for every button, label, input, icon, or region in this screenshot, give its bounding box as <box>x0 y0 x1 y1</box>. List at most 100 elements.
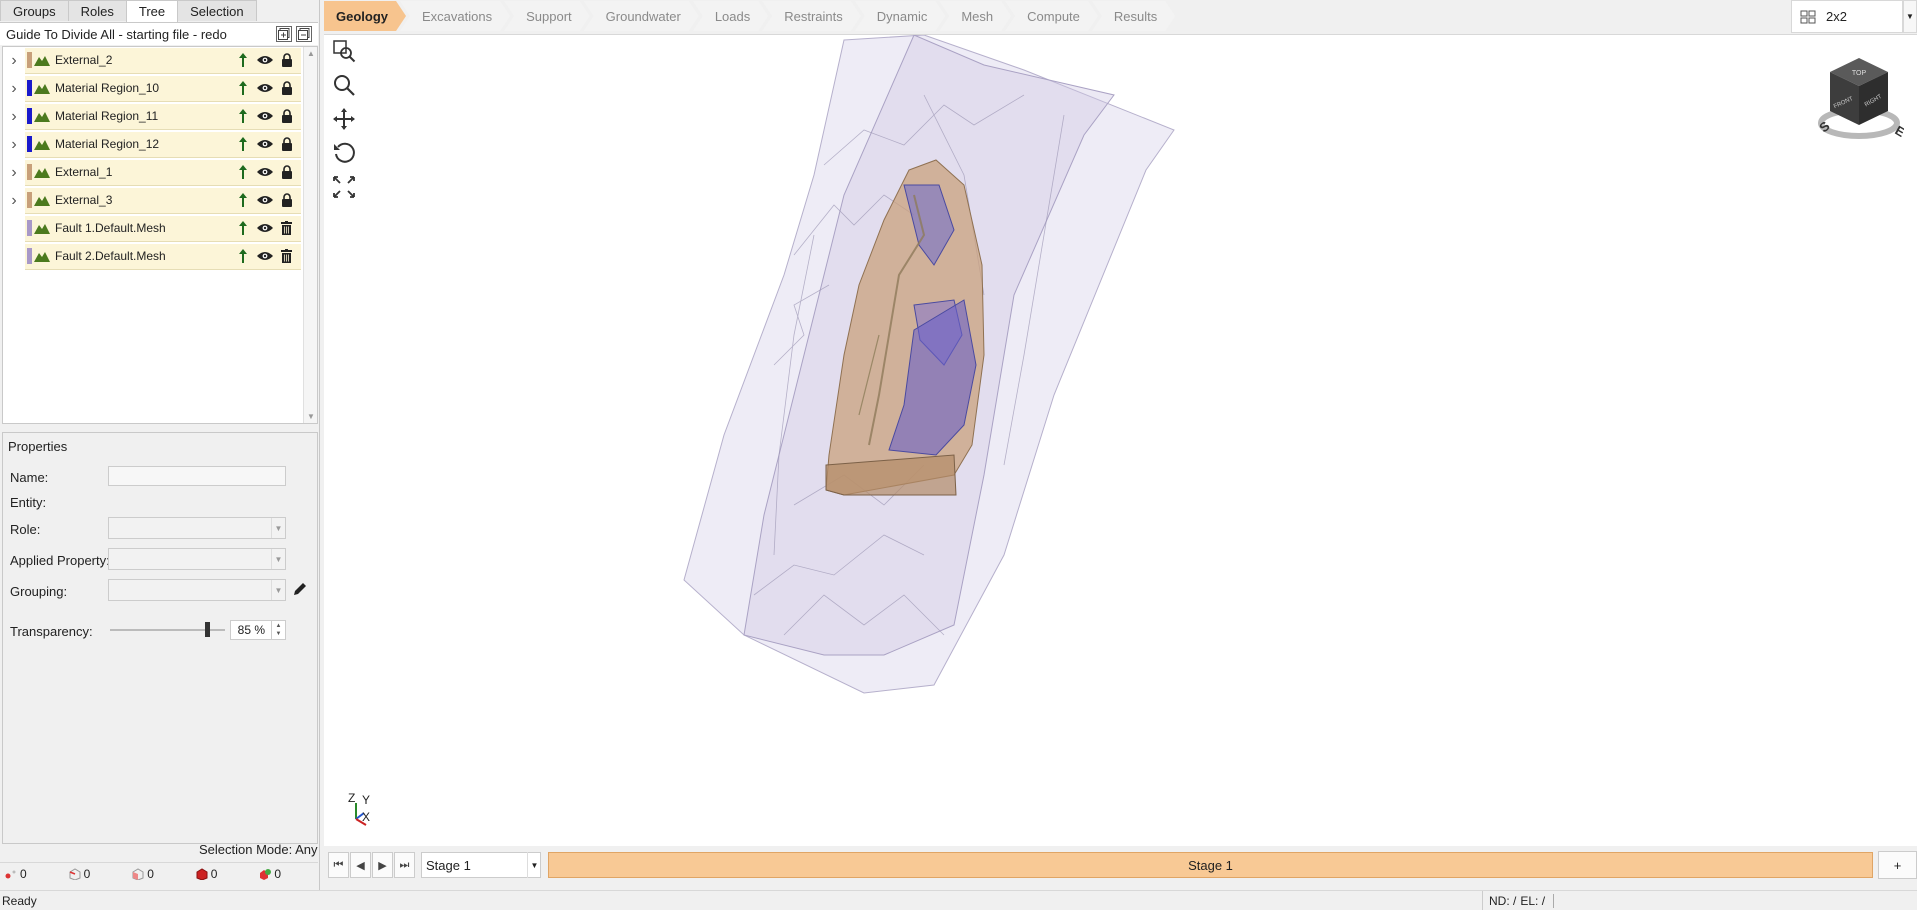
vertex-count: 0 <box>20 866 27 881</box>
move-up-icon[interactable] <box>234 220 251 236</box>
move-up-icon[interactable] <box>234 108 251 124</box>
workflow-tab-geology[interactable]: Geology <box>324 1 406 31</box>
tree-item-body[interactable]: Material Region_11 <box>25 103 301 130</box>
visibility-eye-icon[interactable] <box>256 136 273 152</box>
stage-track-item[interactable]: Stage 1 <box>548 852 1873 878</box>
expand-all-button[interactable] <box>276 26 292 42</box>
tree-item-body[interactable]: External_1 <box>25 159 301 186</box>
tree-item[interactable]: › External_1 <box>3 159 303 186</box>
chevron-right-icon[interactable]: › <box>3 52 25 70</box>
visibility-eye-icon[interactable] <box>256 248 273 264</box>
chevron-right-icon[interactable]: › <box>3 80 25 98</box>
move-up-icon[interactable] <box>234 164 251 180</box>
tree-item[interactable]: Fault 2.Default.Mesh <box>3 243 303 270</box>
tab-tree[interactable]: Tree <box>125 0 179 22</box>
workflow-tab-results[interactable]: Results <box>1092 1 1175 31</box>
stage-dropdown[interactable]: ▼ <box>527 852 541 878</box>
fit-view-button[interactable] <box>330 173 358 201</box>
stage-select[interactable]: Stage 1 <box>421 852 541 878</box>
tree-item-body[interactable]: Fault 2.Default.Mesh <box>25 243 301 270</box>
face-count: 0 <box>147 866 154 881</box>
role-select[interactable]: ▼ <box>108 517 286 539</box>
tab-roles[interactable]: Roles <box>67 0 127 21</box>
last-stage-button[interactable]: ⏭ <box>394 852 415 878</box>
name-field[interactable] <box>108 466 286 486</box>
visibility-eye-icon[interactable] <box>256 164 273 180</box>
tree-item[interactable]: › Material Region_10 <box>3 75 303 102</box>
workflow-tab-restraints[interactable]: Restraints <box>762 1 861 31</box>
transparency-slider-handle[interactable] <box>204 622 210 637</box>
zoom-extents-button[interactable] <box>330 37 358 65</box>
lock-icon[interactable] <box>278 108 295 124</box>
workflow-tab-loads[interactable]: Loads <box>693 1 768 31</box>
node-element-readout: ND: / EL: / <box>1482 891 1555 910</box>
visibility-eye-icon[interactable] <box>256 52 273 68</box>
rotate-button[interactable] <box>330 139 358 167</box>
layout-button[interactable]: 2x2 <box>1791 0 1903 33</box>
visibility-eye-icon[interactable] <box>256 192 273 208</box>
move-up-icon[interactable] <box>234 52 251 68</box>
visibility-eye-icon[interactable] <box>256 80 273 96</box>
move-up-icon[interactable] <box>234 192 251 208</box>
app-window: Groups Roles Tree Selection Guide To Div… <box>0 0 1917 910</box>
lock-icon[interactable] <box>278 164 295 180</box>
visibility-eye-icon[interactable] <box>256 220 273 236</box>
edit-grouping-button[interactable] <box>292 581 308 600</box>
scroll-down-icon[interactable]: ▼ <box>307 412 315 421</box>
geology-model[interactable] <box>324 35 1917 847</box>
tree-item-body[interactable]: External_3 <box>25 187 301 214</box>
collapse-all-button[interactable] <box>296 26 312 42</box>
grouping-select[interactable]: ▼ <box>108 579 286 601</box>
tree-item[interactable]: › Material Region_11 <box>3 103 303 130</box>
pan-button[interactable] <box>330 105 358 133</box>
trash-icon[interactable] <box>278 248 295 264</box>
transparency-spinbox[interactable]: 85 % ▲ ▼ <box>230 620 286 640</box>
trash-icon[interactable] <box>278 220 295 236</box>
spin-arrows-icon[interactable]: ▲ ▼ <box>271 621 285 639</box>
workflow-tab-groundwater[interactable]: Groundwater <box>584 1 699 31</box>
navigation-cube[interactable]: TOP FRONT RIGHT S E <box>1814 55 1904 150</box>
terrain-icon <box>34 84 50 94</box>
tree-item-body[interactable]: Material Region_10 <box>25 75 301 102</box>
chevron-right-icon[interactable]: › <box>3 164 25 182</box>
3d-viewport[interactable]: TOP FRONT RIGHT S E Z Y X <box>324 34 1917 846</box>
tree-item[interactable]: › External_2 <box>3 47 303 74</box>
cube-top-label[interactable]: TOP <box>1852 70 1867 77</box>
tree-item[interactable]: Fault 1.Default.Mesh <box>3 215 303 242</box>
move-up-icon[interactable] <box>234 136 251 152</box>
first-stage-button[interactable]: ⏮ <box>328 852 349 878</box>
lock-icon[interactable] <box>278 80 295 96</box>
visibility-eye-icon[interactable] <box>256 108 273 124</box>
lock-icon[interactable] <box>278 192 295 208</box>
layout-dropdown[interactable]: ▼ <box>1903 0 1917 33</box>
workflow-tab-dynamic[interactable]: Dynamic <box>855 1 946 31</box>
workflow-tab-compute[interactable]: Compute <box>1005 1 1098 31</box>
lock-icon[interactable] <box>278 136 295 152</box>
chevron-right-icon[interactable]: › <box>3 108 25 126</box>
chevron-right-icon[interactable]: › <box>3 192 25 210</box>
tree-item-label: Material Region_10 <box>55 81 160 95</box>
tab-selection[interactable]: Selection <box>177 0 257 21</box>
tree-item[interactable]: › External_3 <box>3 187 303 214</box>
workflow-tab-mesh[interactable]: Mesh <box>939 1 1011 31</box>
applied-property-select[interactable]: ▼ <box>108 548 286 570</box>
move-up-icon[interactable] <box>234 248 251 264</box>
tree-item-body[interactable]: Fault 1.Default.Mesh <box>25 215 301 242</box>
lock-icon[interactable] <box>278 52 295 68</box>
zoom-button[interactable] <box>330 71 358 99</box>
pan-arrows-icon <box>333 108 355 130</box>
add-stage-button[interactable]: + <box>1878 851 1917 879</box>
status-bar: Ready ND: / EL: / <box>0 890 1917 910</box>
move-up-icon[interactable] <box>234 80 251 96</box>
prev-stage-button[interactable]: ◀ <box>350 852 371 878</box>
scroll-up-icon[interactable]: ▲ <box>307 49 315 58</box>
next-stage-button[interactable]: ▶ <box>372 852 393 878</box>
tree-item[interactable]: › Material Region_12 <box>3 131 303 158</box>
tab-groups[interactable]: Groups <box>0 0 69 21</box>
tree-item-body[interactable]: Material Region_12 <box>25 131 301 158</box>
tree-scrollbar[interactable]: ▲ ▼ <box>303 47 317 423</box>
tree-item-body[interactable]: External_2 <box>25 47 301 74</box>
workflow-tab-excavations[interactable]: Excavations <box>400 1 510 31</box>
workflow-tab-support[interactable]: Support <box>504 1 590 31</box>
chevron-right-icon[interactable]: › <box>3 136 25 154</box>
